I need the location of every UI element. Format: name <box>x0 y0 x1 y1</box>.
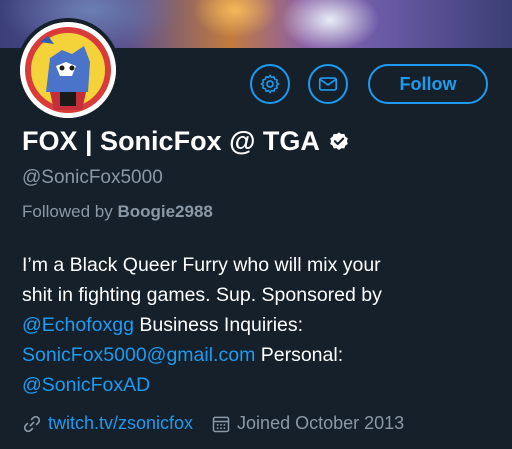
bio-line: @Echofoxgg Business Inquiries: <box>22 310 502 340</box>
mention-link[interactable]: @SonicFoxAD <box>22 374 150 396</box>
website-link[interactable]: twitch.tv/zsonicfox <box>48 413 193 434</box>
bio-line: @SonicFoxAD <box>22 370 502 400</box>
display-name: FOX | SonicFox @ TGA <box>22 126 320 156</box>
calendar-icon <box>211 414 231 434</box>
bio-text: Business Inquiries: <box>133 314 304 336</box>
display-name-row: FOX | SonicFox @ TGA <box>22 126 350 157</box>
verified-badge-icon <box>328 131 350 153</box>
bio-line: shit in fighting games. Sup. Sponsored b… <box>22 284 382 306</box>
bio-line: I’m a Black Queer Furry who will mix you… <box>22 254 381 276</box>
gear-icon <box>260 74 280 94</box>
follow-button[interactable]: Follow <box>368 64 488 104</box>
joined-date: Joined October 2013 <box>211 413 404 434</box>
email-link[interactable]: SonicFox5000@gmail.com <box>22 344 255 366</box>
joined-text: Joined October 2013 <box>237 413 405 433</box>
profile-meta: twitch.tv/zsonicfox Joined October 2013 <box>22 413 502 434</box>
bio-line: SonicFox5000@gmail.com Personal: <box>22 340 502 370</box>
link-icon <box>22 414 42 434</box>
bio-text: Personal: <box>255 344 344 366</box>
mention-link[interactable]: @Echofoxgg <box>22 314 134 336</box>
envelope-icon <box>318 77 338 91</box>
followed-by-prefix: Followed by <box>22 202 113 221</box>
profile-actions: Follow <box>0 64 512 108</box>
handle: @SonicFox5000 <box>22 167 163 188</box>
followed-by: Followed by Boogie2988 <box>22 202 213 222</box>
bio: I’m a Black Queer Furry who will mix you… <box>22 250 502 400</box>
followed-by-user[interactable]: Boogie2988 <box>117 202 212 221</box>
message-button[interactable] <box>308 64 348 104</box>
settings-button[interactable] <box>250 64 290 104</box>
